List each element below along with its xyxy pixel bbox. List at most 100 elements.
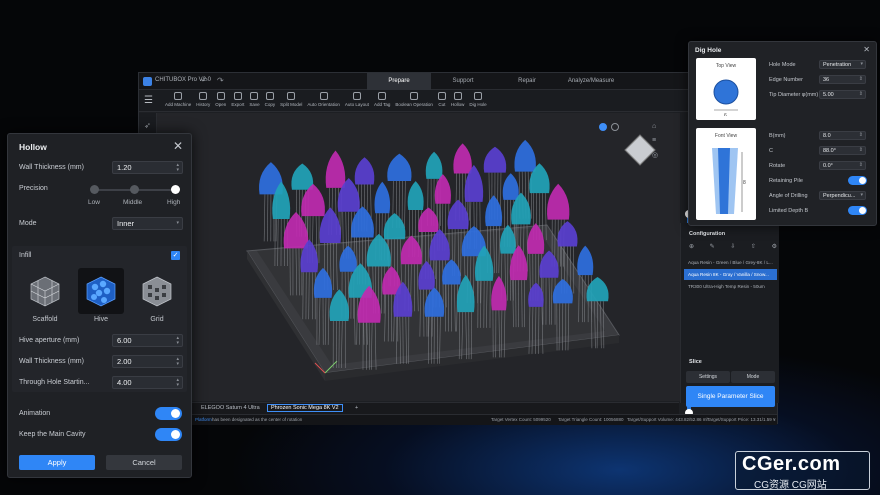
apply-button[interactable]: Apply (19, 455, 95, 470)
config-item-selected[interactable]: Aqua Resin 8K - Gray / Vanilla / Snow... (684, 269, 777, 280)
wire-view-icon[interactable] (611, 123, 619, 131)
add-icon[interactable]: ⊕ (689, 243, 694, 250)
b-field[interactable]: 8.0 ⇕ (819, 131, 866, 140)
slice-mode-button[interactable]: Mode (731, 371, 775, 383)
tool-boolean-operation[interactable]: Boolean Operation (395, 92, 433, 107)
hollow-panel: Hollow ✕ Wall Thickness (mm) 1.20 ▴ ▾ Prec… (7, 133, 192, 478)
machine-tab-active[interactable]: Phrozen Sonic Mega 8K V2 (267, 404, 343, 412)
precision-label: Precision (19, 185, 48, 192)
keep-cavity-toggle[interactable] (155, 428, 182, 441)
c-field[interactable]: 88.0° ⇕ (819, 146, 866, 155)
volume-readout: Target/Support Volume: 443.82/52.86 ml (627, 417, 708, 422)
tab-support[interactable]: Support (431, 73, 495, 90)
tool-label: Save (249, 102, 260, 107)
stepper-icon[interactable]: ⇕ (859, 132, 863, 139)
rotate-value: 0.0° (823, 163, 833, 169)
tool-label: Boolean Operation (395, 102, 433, 107)
wall-thickness-field[interactable]: 1.20 ▴ ▾ (112, 161, 183, 174)
cancel-button[interactable]: Cancel (106, 455, 182, 470)
tool-dig-hole[interactable]: Dig Hole (469, 92, 487, 107)
tool-hollow[interactable]: Hollow (451, 92, 464, 107)
tool-label: Add Tag (373, 102, 391, 107)
3d-viewport[interactable]: ⌂ ≡ ◎ (157, 113, 693, 417)
tool-auto-orientation[interactable]: Auto Orientation (307, 92, 340, 107)
tool-copy[interactable]: Copy (265, 92, 275, 107)
rocket-icon[interactable]: ➶ (139, 121, 156, 130)
infill-wall-thickness-field[interactable]: 2.00 ▴ ▾ (112, 355, 183, 368)
layers-icon[interactable]: ≡ (652, 137, 658, 144)
camera-icon[interactable]: ◎ (652, 151, 658, 159)
through-hole-field[interactable]: 4.00 ▴ ▾ (112, 376, 183, 389)
precision-low-stop[interactable] (90, 185, 99, 194)
add-machine-tab[interactable]: + (355, 405, 358, 411)
tool-add-machine[interactable]: Add Machine (165, 92, 191, 107)
menu-icon[interactable]: ☰ (144, 95, 153, 106)
limited-depth-label: Limited Depth B (769, 208, 809, 214)
edge-number-field[interactable]: 36 ⇕ (819, 75, 866, 84)
settings-icon[interactable]: ⚙ (772, 243, 777, 250)
stepper-icon[interactable]: ⇕ (859, 76, 863, 83)
tip-diameter-label: Tip Diameter φ(mm) (769, 92, 819, 98)
export-icon[interactable]: ⇧ (751, 243, 756, 250)
home-icon[interactable]: ⌂ (652, 123, 658, 130)
tab-analyze[interactable]: Analyze/Measure (559, 73, 623, 90)
close-icon[interactable]: ✕ (173, 139, 183, 153)
stepper-icon[interactable]: ▴ ▾ (176, 336, 179, 346)
tab-repair[interactable]: Repair (495, 73, 559, 90)
tool-icon (287, 92, 296, 100)
tool-open[interactable]: Open (215, 92, 226, 107)
tool-history[interactable]: History (196, 92, 210, 107)
infill-hive-option[interactable] (78, 268, 124, 314)
tool-save[interactable]: Save (249, 92, 260, 107)
stepper-icon[interactable]: ▴ ▾ (176, 378, 179, 388)
tool-label: Dig Hole (469, 102, 487, 107)
hole-mode-select[interactable]: Penetration ▾ (819, 60, 866, 69)
tool-icon (199, 92, 208, 100)
stepper-icon[interactable]: ⇕ (859, 147, 863, 154)
mode-select[interactable]: Inner ▾ (112, 217, 183, 230)
infill-grid-option[interactable] (134, 268, 180, 314)
limited-depth-toggle[interactable] (848, 206, 867, 215)
through-hole-value: 4.00 (117, 378, 132, 387)
config-item[interactable]: TR300 Ultra-High Temp Resin - 50um (684, 281, 777, 292)
tool-label: Cut (438, 102, 446, 107)
config-item[interactable]: Aqua Resin - Green / Blue / Grey-8K / L.… (684, 257, 777, 268)
watermark: CGer.com CG资源 CG网站 (735, 451, 870, 491)
stepper-icon[interactable]: ⇕ (859, 162, 863, 169)
redo-icon[interactable]: ↷ (217, 76, 224, 85)
tool-split-model[interactable]: Split Model (280, 92, 302, 107)
slice-settings-button[interactable]: Settings (686, 371, 730, 383)
top-view: Top View 6 (696, 58, 756, 120)
tool-add-tag[interactable]: Add Tag (374, 92, 390, 107)
close-icon[interactable]: ✕ (863, 45, 870, 54)
angle-of-drilling-select[interactable]: Perpendicu... ▾ (819, 191, 866, 200)
view-side-icons: ⌂ ≡ ◎ (652, 123, 658, 166)
solid-view-icon[interactable] (599, 123, 607, 131)
infill-checkbox[interactable]: ✓ (171, 251, 180, 260)
stepper-icon[interactable]: ▴ ▾ (176, 357, 179, 367)
tool-cut[interactable]: Cut (437, 92, 446, 107)
scaffold-label: Scaffold (32, 316, 58, 323)
model-figurine (502, 173, 519, 200)
import-icon[interactable]: ⇩ (730, 243, 735, 250)
status-link[interactable]: Platform (195, 417, 212, 422)
edit-icon[interactable]: ✎ (710, 243, 715, 250)
stepper-icon[interactable]: ⇕ (859, 91, 863, 98)
tool-auto-layout[interactable]: Auto Layout (345, 92, 369, 107)
keep-cavity-label: Keep the Main Cavity (19, 431, 86, 438)
single-parameter-slice-button[interactable]: Single Parameter Slice (686, 386, 775, 407)
retaining-pile-toggle[interactable] (848, 176, 867, 185)
tool-export[interactable]: Export (231, 92, 244, 107)
stepper-icon[interactable]: ▴ ▾ (176, 163, 179, 173)
precision-high-stop[interactable] (171, 185, 180, 194)
hive-aperture-field[interactable]: 6.00 ▴ ▾ (112, 334, 183, 347)
machine-tab[interactable]: ELEGOO Saturn 4 Ultra (201, 405, 260, 411)
tip-diameter-field[interactable]: 5.00 ⇕ (819, 90, 866, 99)
rotate-field[interactable]: 0.0° ⇕ (819, 161, 866, 170)
precision-middle-stop[interactable] (130, 185, 139, 194)
tab-prepare[interactable]: Prepare (367, 73, 431, 90)
infill-scaffold-option[interactable] (22, 268, 68, 314)
build-plate-scene (246, 139, 620, 381)
undo-icon[interactable]: ↶ (201, 76, 208, 85)
animation-toggle[interactable] (155, 407, 182, 420)
